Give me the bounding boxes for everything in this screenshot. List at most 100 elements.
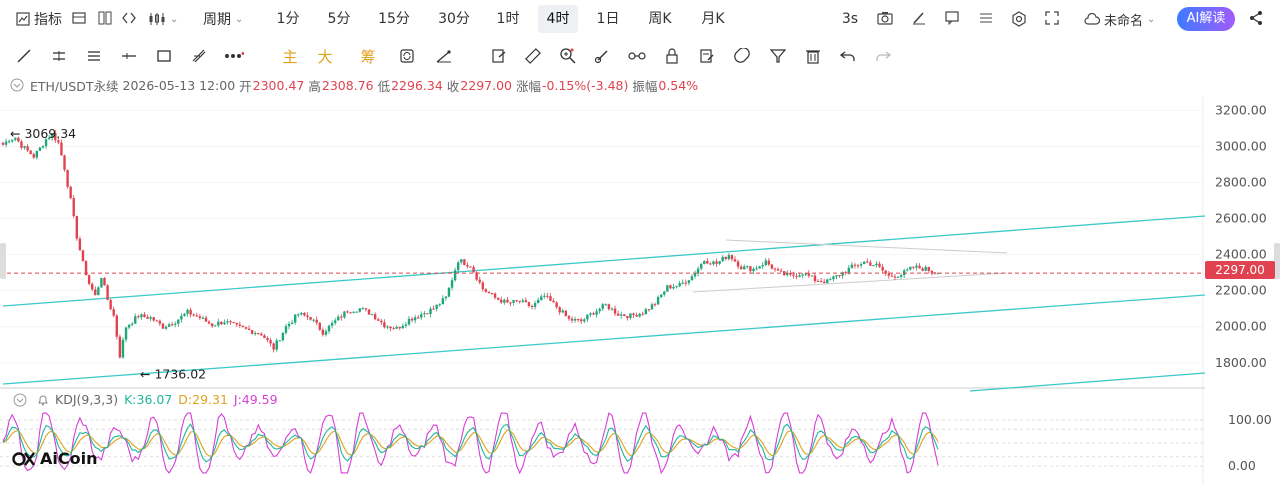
rectangle-icon[interactable] bbox=[152, 44, 176, 68]
settings-icon[interactable] bbox=[1011, 11, 1027, 31]
candle-body bbox=[629, 313, 632, 319]
link-icon[interactable] bbox=[625, 44, 649, 68]
timeframe-tab-4[interactable]: 1时 bbox=[492, 5, 524, 33]
refresh-interval[interactable]: 3s bbox=[837, 5, 863, 33]
candle-body bbox=[177, 319, 180, 324]
candle-body bbox=[386, 326, 389, 328]
timeframe-tab-8[interactable]: 月K bbox=[696, 5, 730, 33]
filter-icon[interactable] bbox=[766, 44, 790, 68]
candle-body bbox=[804, 273, 807, 275]
timeframe-tab-1[interactable]: 5分 bbox=[319, 5, 359, 33]
kdj-d-line bbox=[2, 429, 939, 457]
candle-body bbox=[121, 339, 125, 358]
candle-body bbox=[312, 319, 315, 321]
ruler-icon[interactable] bbox=[521, 44, 545, 68]
candle-body bbox=[746, 266, 749, 268]
candle-body bbox=[78, 238, 82, 251]
layout-menu[interactable]: 未命名 ⌄ bbox=[1078, 5, 1161, 33]
collapse-icon[interactable] bbox=[10, 78, 24, 92]
zoom-in-icon[interactable] bbox=[556, 44, 580, 68]
parallel-lines-icon[interactable] bbox=[47, 44, 71, 68]
list-icon[interactable] bbox=[978, 11, 994, 29]
lock-icon[interactable] bbox=[660, 44, 684, 68]
extreme-annotations: ← 3069.34 ← 1736.02 bbox=[10, 126, 206, 381]
candle-body bbox=[432, 308, 435, 310]
candle-body bbox=[826, 279, 829, 284]
text-note-icon[interactable] bbox=[487, 44, 511, 68]
share-icon[interactable] bbox=[1248, 10, 1264, 30]
candle-body bbox=[103, 278, 106, 286]
candle-body bbox=[823, 281, 826, 284]
left-panel-handle[interactable] bbox=[0, 243, 6, 279]
timeframe-tab-7[interactable]: 周K bbox=[643, 5, 677, 33]
candle-body bbox=[721, 256, 724, 262]
triangle-lower-line[interactable] bbox=[692, 272, 1008, 293]
candle-body bbox=[644, 309, 648, 315]
candle-body bbox=[786, 272, 789, 276]
candle-body bbox=[558, 307, 561, 313]
template-icon[interactable] bbox=[72, 11, 86, 29]
fullscreen-icon[interactable] bbox=[1045, 11, 1059, 29]
candle-body bbox=[856, 265, 860, 267]
sync-drawing-icon[interactable] bbox=[395, 44, 419, 68]
timeframe-tab-2[interactable]: 15分 bbox=[373, 5, 415, 33]
amplitude-value: 0.54% bbox=[658, 77, 699, 93]
ai-analysis-button[interactable]: AI解读 bbox=[1177, 7, 1235, 31]
redo-icon[interactable] bbox=[871, 44, 895, 68]
collapse-icon[interactable] bbox=[13, 393, 27, 407]
price-tick-label: 1800.00 bbox=[1215, 355, 1267, 370]
period-menu[interactable]: 周期 ⌄ bbox=[197, 5, 249, 33]
timeframe-tab-3[interactable]: 30分 bbox=[433, 5, 475, 33]
horizontal-ray-icon[interactable] bbox=[117, 44, 141, 68]
triangle-upper-line[interactable] bbox=[725, 239, 1008, 254]
candle-body bbox=[484, 289, 488, 292]
pen-icon[interactable] bbox=[911, 11, 927, 29]
candle-body bbox=[355, 311, 358, 313]
candle-body bbox=[170, 324, 174, 326]
channel-upper-line[interactable] bbox=[2, 215, 1206, 307]
candle-body bbox=[540, 296, 543, 300]
chip-distribution-button[interactable]: 筹 bbox=[356, 44, 380, 68]
edit-template-icon[interactable] bbox=[695, 44, 719, 68]
extra-channel-line[interactable] bbox=[969, 372, 1206, 392]
timeframe-tab-5[interactable]: 4时 bbox=[538, 5, 578, 33]
candle-body bbox=[174, 323, 177, 325]
bell-icon[interactable] bbox=[37, 394, 49, 406]
candle-body bbox=[198, 316, 202, 319]
candle-body bbox=[140, 314, 143, 318]
candle-body bbox=[641, 313, 644, 315]
trendline-icon[interactable] bbox=[12, 44, 36, 68]
candle-body bbox=[456, 262, 460, 271]
main-indicator-button[interactable]: 主 bbox=[278, 44, 302, 68]
big-order-button[interactable]: 大 bbox=[313, 44, 337, 68]
channel-lower-line[interactable] bbox=[2, 294, 1206, 385]
fib-icon[interactable] bbox=[187, 44, 211, 68]
brush-icon[interactable] bbox=[590, 44, 614, 68]
chart-type-menu[interactable]: ⌄ bbox=[142, 5, 184, 33]
compare-icon[interactable] bbox=[98, 11, 112, 29]
fold-icon[interactable] bbox=[121, 11, 137, 29]
more-tools-icon[interactable] bbox=[222, 44, 246, 68]
candle-body bbox=[779, 270, 783, 272]
price-chart: 3200.00 3000.00 2800.00 2600.00 2400.00 2200.… bbox=[0, 96, 1280, 485]
cloud-icon bbox=[1084, 13, 1100, 25]
candle-body bbox=[924, 266, 927, 271]
candle-body bbox=[896, 276, 900, 278]
comment-icon[interactable] bbox=[944, 11, 960, 29]
candle-body bbox=[595, 311, 598, 315]
trash-icon[interactable] bbox=[801, 44, 825, 68]
horizontal-lines-icon[interactable] bbox=[82, 44, 106, 68]
undo-icon[interactable] bbox=[836, 44, 860, 68]
indicator-menu[interactable]: 指标 bbox=[10, 5, 68, 33]
candle-body bbox=[167, 324, 171, 327]
magnet-icon[interactable] bbox=[730, 44, 754, 68]
camera-icon[interactable] bbox=[877, 11, 893, 29]
candle-body bbox=[383, 322, 386, 328]
timeframe-tab-0[interactable]: 1分 bbox=[272, 5, 304, 33]
candle-body bbox=[309, 316, 312, 320]
candle-body bbox=[829, 279, 832, 281]
high-value: 2308.76 bbox=[321, 77, 374, 93]
timeframe-tab-6[interactable]: 1日 bbox=[592, 5, 624, 33]
magnet-line-icon[interactable] bbox=[432, 44, 456, 68]
candle-body bbox=[398, 326, 401, 329]
